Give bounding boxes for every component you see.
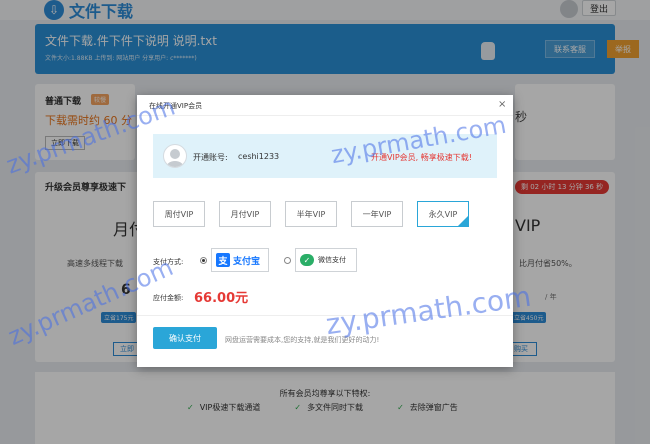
close-icon[interactable]: × bbox=[498, 99, 506, 110]
alipay-option[interactable]: 支 支付宝 bbox=[211, 248, 269, 272]
alipay-radio[interactable] bbox=[200, 257, 207, 264]
plan-option-lifetime[interactable]: 永久VIP bbox=[417, 201, 469, 227]
plan-option-yearly[interactable]: 一年VIP bbox=[351, 201, 403, 227]
wechat-option[interactable]: ✓ 微信支付 bbox=[295, 248, 357, 272]
account-username: ceshi1233 bbox=[238, 152, 280, 161]
wechat-label: 微信支付 bbox=[318, 256, 346, 264]
account-promo: 开通VIP会员, 畅享极速下载! bbox=[371, 153, 472, 162]
account-box: 开通账号: ceshi1233 开通VIP会员, 畅享极速下载! bbox=[153, 134, 497, 178]
alipay-label: 支付宝 bbox=[233, 256, 261, 267]
wechat-icon: ✓ bbox=[300, 254, 314, 266]
user-avatar-icon bbox=[163, 144, 187, 168]
plan-option-monthly[interactable]: 月付VIP bbox=[219, 201, 271, 227]
support-text: 网盘运营需要成本,您的支持,就是我们更好的动力! bbox=[225, 336, 380, 344]
wechat-radio[interactable] bbox=[284, 257, 291, 264]
divider bbox=[137, 115, 513, 116]
vip-modal: 在线开通VIP会员 × 开通账号: ceshi1233 开通VIP会员, 畅享极… bbox=[137, 95, 513, 367]
divider bbox=[137, 315, 513, 316]
modal-title: 在线开通VIP会员 bbox=[149, 102, 203, 110]
account-label: 开通账号: bbox=[193, 153, 228, 162]
alipay-icon: 支 bbox=[216, 253, 230, 267]
pay-method-label: 支付方式: bbox=[153, 258, 184, 266]
plan-option-halfyear[interactable]: 半年VIP bbox=[285, 201, 337, 227]
confirm-payment-button[interactable]: 确认支付 bbox=[153, 327, 217, 349]
plan-options: 周付VIP 月付VIP 半年VIP 一年VIP 永久VIP bbox=[153, 201, 469, 227]
amount-value: 66.00元 bbox=[194, 291, 249, 306]
amount-label: 应付金额: bbox=[153, 294, 184, 302]
plan-option-weekly[interactable]: 周付VIP bbox=[153, 201, 205, 227]
